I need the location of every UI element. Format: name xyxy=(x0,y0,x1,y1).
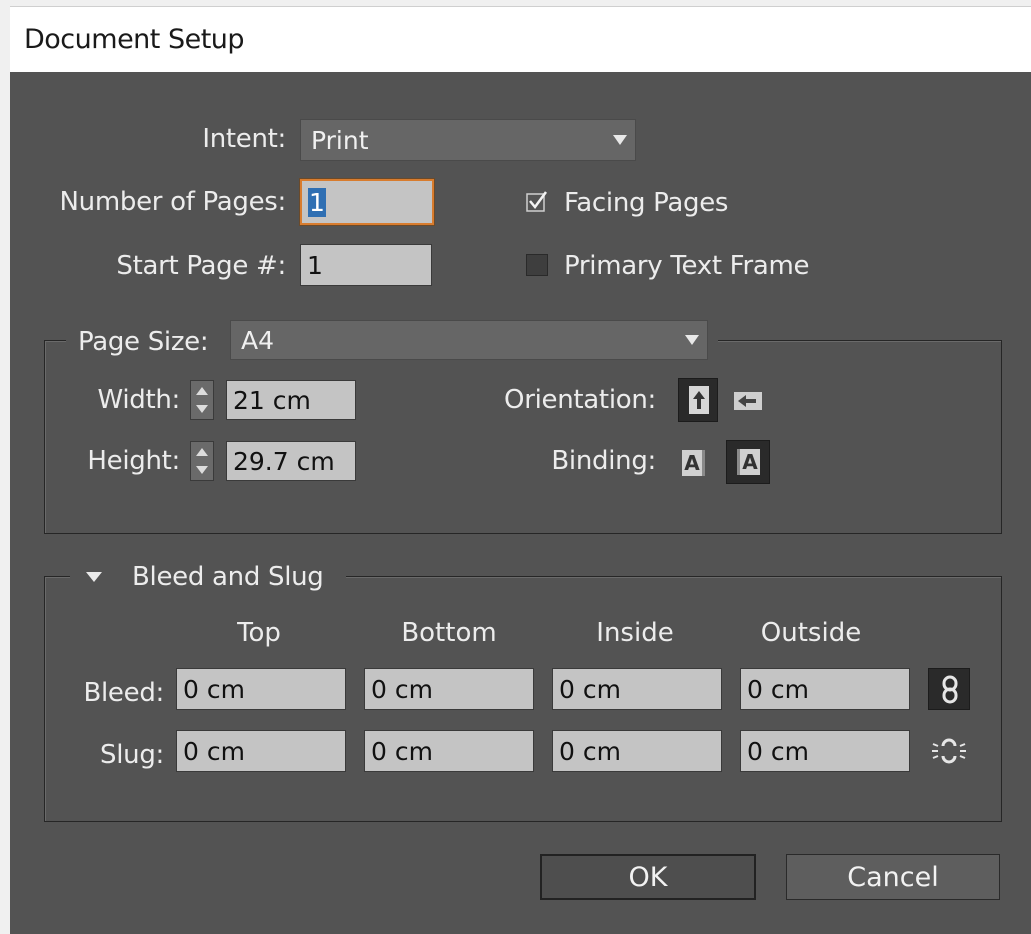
number-of-pages-label: Number of Pages: xyxy=(59,187,287,217)
dialog-body: Intent: Print Number of Pages: 1 Facing … xyxy=(10,72,1031,934)
height-label: Height: xyxy=(87,446,180,476)
facing-pages-checkbox[interactable] xyxy=(526,190,548,212)
width-label: Width: xyxy=(97,385,181,415)
bleed-and-slug-title: Bleed and Slug xyxy=(132,562,324,592)
slug-inside-value: 0 cm xyxy=(559,736,621,766)
bleed-outside-input[interactable]: 0 cm xyxy=(740,668,910,710)
number-of-pages-value: 1 xyxy=(308,187,326,217)
bleed-inside-value: 0 cm xyxy=(559,674,621,704)
slug-label: Slug: xyxy=(100,740,164,770)
link-slug-button[interactable] xyxy=(928,730,970,772)
chevron-down-icon xyxy=(613,135,627,145)
intent-value: Print xyxy=(311,125,369,155)
primary-text-frame-label: Primary Text Frame xyxy=(564,251,810,281)
title-bar: Document Setup xyxy=(10,6,1031,73)
height-stepper[interactable] xyxy=(190,441,214,481)
cancel-button[interactable]: Cancel xyxy=(786,854,1000,900)
slug-bottom-value: 0 cm xyxy=(371,736,433,766)
bleed-bottom-value: 0 cm xyxy=(371,674,433,704)
landscape-orientation-button[interactable] xyxy=(728,382,768,418)
orientation-label: Orientation: xyxy=(504,385,656,415)
slug-outside-input[interactable]: 0 cm xyxy=(740,730,910,772)
ok-button[interactable]: OK xyxy=(540,854,756,900)
binding-left-icon: A xyxy=(682,450,705,476)
primary-text-frame-checkbox[interactable] xyxy=(526,254,548,276)
width-stepper[interactable] xyxy=(190,380,214,420)
column-top: Top xyxy=(237,618,281,648)
slug-bottom-input[interactable]: 0 cm xyxy=(364,730,534,772)
width-value: 21 cm xyxy=(233,385,311,415)
height-value: 29.7 cm xyxy=(233,446,335,476)
slug-top-value: 0 cm xyxy=(183,736,245,766)
page-size-value: A4 xyxy=(241,325,275,355)
broken-chain-icon xyxy=(932,738,966,764)
page-size-group xyxy=(44,340,1002,534)
window-title: Document Setup xyxy=(24,24,245,55)
height-input[interactable]: 29.7 cm xyxy=(226,441,356,481)
left-to-right-binding-button[interactable]: A xyxy=(678,446,710,482)
slug-inside-input[interactable]: 0 cm xyxy=(552,730,722,772)
binding-right-icon: A xyxy=(737,449,760,475)
start-page-input[interactable]: 1 xyxy=(300,244,432,286)
width-input[interactable]: 21 cm xyxy=(226,380,356,420)
right-to-left-binding-button[interactable]: A xyxy=(726,440,770,484)
bleed-and-slug-header[interactable]: Bleed and Slug xyxy=(70,558,346,598)
column-inside: Inside xyxy=(596,618,674,648)
bleed-label: Bleed: xyxy=(83,678,164,708)
landscape-icon xyxy=(734,392,762,410)
triangle-down-icon xyxy=(86,572,102,582)
start-page-value: 1 xyxy=(307,250,323,280)
intent-dropdown[interactable]: Print xyxy=(300,119,636,161)
intent-label: Intent: xyxy=(202,124,286,154)
checkmark-icon xyxy=(526,191,548,212)
link-bleed-button[interactable] xyxy=(928,668,970,710)
portrait-icon xyxy=(689,386,709,414)
bleed-outside-value: 0 cm xyxy=(747,674,809,704)
column-outside: Outside xyxy=(760,618,862,648)
portrait-orientation-button[interactable] xyxy=(678,378,718,422)
bleed-bottom-input[interactable]: 0 cm xyxy=(364,668,534,710)
bleed-top-value: 0 cm xyxy=(183,674,245,704)
binding-label: Binding: xyxy=(551,446,656,476)
bleed-top-input[interactable]: 0 cm xyxy=(176,668,346,710)
bleed-inside-input[interactable]: 0 cm xyxy=(552,668,722,710)
number-of-pages-input[interactable]: 1 xyxy=(299,178,435,226)
page-size-label: Page Size: xyxy=(78,327,209,357)
slug-top-input[interactable]: 0 cm xyxy=(176,730,346,772)
page-size-dropdown[interactable]: A4 xyxy=(230,320,708,360)
column-bottom: Bottom xyxy=(401,618,497,648)
start-page-label: Start Page #: xyxy=(116,251,286,281)
facing-pages-label: Facing Pages xyxy=(564,188,729,218)
chevron-down-icon xyxy=(685,335,699,345)
document-setup-dialog: Document Setup Intent: Print Number of P… xyxy=(10,6,1031,934)
chain-link-icon xyxy=(942,675,958,704)
slug-outside-value: 0 cm xyxy=(747,736,809,766)
